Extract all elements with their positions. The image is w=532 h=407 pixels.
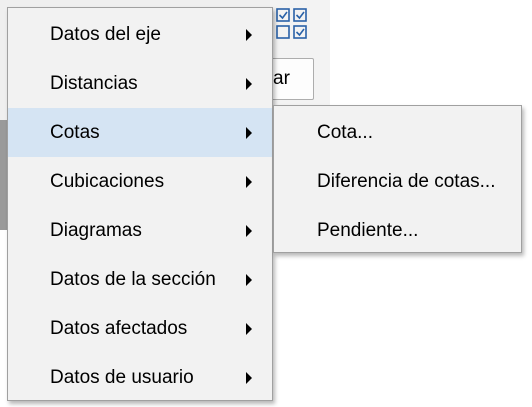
menu-item-label: Cubicaciones — [50, 170, 165, 192]
submenu-arrow-icon — [246, 371, 252, 384]
submenu-arrow-icon — [246, 126, 252, 139]
menu-item-label: Diagramas — [50, 219, 142, 241]
menu-item-label: Cotas — [50, 121, 100, 143]
menu-item-label: Datos afectados — [50, 317, 188, 339]
submenu-arrow-icon — [246, 77, 252, 90]
submenu-item-label: Diferencia de cotas... — [317, 170, 496, 192]
menu-item-diagramas[interactable]: Diagramas — [8, 206, 272, 255]
submenu-item-cota[interactable]: Cota... — [274, 108, 521, 157]
checkbox-grid-icon[interactable] — [276, 7, 310, 41]
submenu-arrow-icon — [246, 273, 252, 286]
submenu-arrow-icon — [246, 224, 252, 237]
menu-item-label: Datos del eje — [50, 23, 161, 45]
menu-item-label: Datos de la sección — [50, 268, 216, 290]
context-menu: Datos del eje Distancias Cotas Cubicacio… — [7, 7, 273, 401]
submenu-item-pendiente[interactable]: Pendiente... — [274, 206, 521, 255]
submenu-item-label: Cota... — [317, 121, 373, 143]
background-button[interactable]: ar — [268, 58, 314, 100]
menu-item-label: Distancias — [50, 72, 138, 94]
menu-item-datos-afectados[interactable]: Datos afectados — [8, 304, 272, 353]
menu-item-datos-de-usuario[interactable]: Datos de usuario — [8, 353, 272, 402]
menu-item-datos-del-eje[interactable]: Datos del eje — [8, 10, 272, 59]
menu-item-distancias[interactable]: Distancias — [8, 59, 272, 108]
submenu-cotas: Cota... Diferencia de cotas... Pendiente… — [273, 105, 522, 253]
submenu-arrow-icon — [246, 28, 252, 41]
menu-item-cotas[interactable]: Cotas — [8, 108, 272, 157]
menu-item-cubicaciones[interactable]: Cubicaciones — [8, 157, 272, 206]
submenu-item-diferencia-de-cotas[interactable]: Diferencia de cotas... — [274, 157, 521, 206]
submenu-item-label: Pendiente... — [317, 219, 419, 241]
submenu-arrow-icon — [246, 175, 252, 188]
submenu-arrow-icon — [246, 322, 252, 335]
menu-item-label: Datos de usuario — [50, 366, 194, 388]
menu-item-datos-de-la-seccion[interactable]: Datos de la sección — [8, 255, 272, 304]
